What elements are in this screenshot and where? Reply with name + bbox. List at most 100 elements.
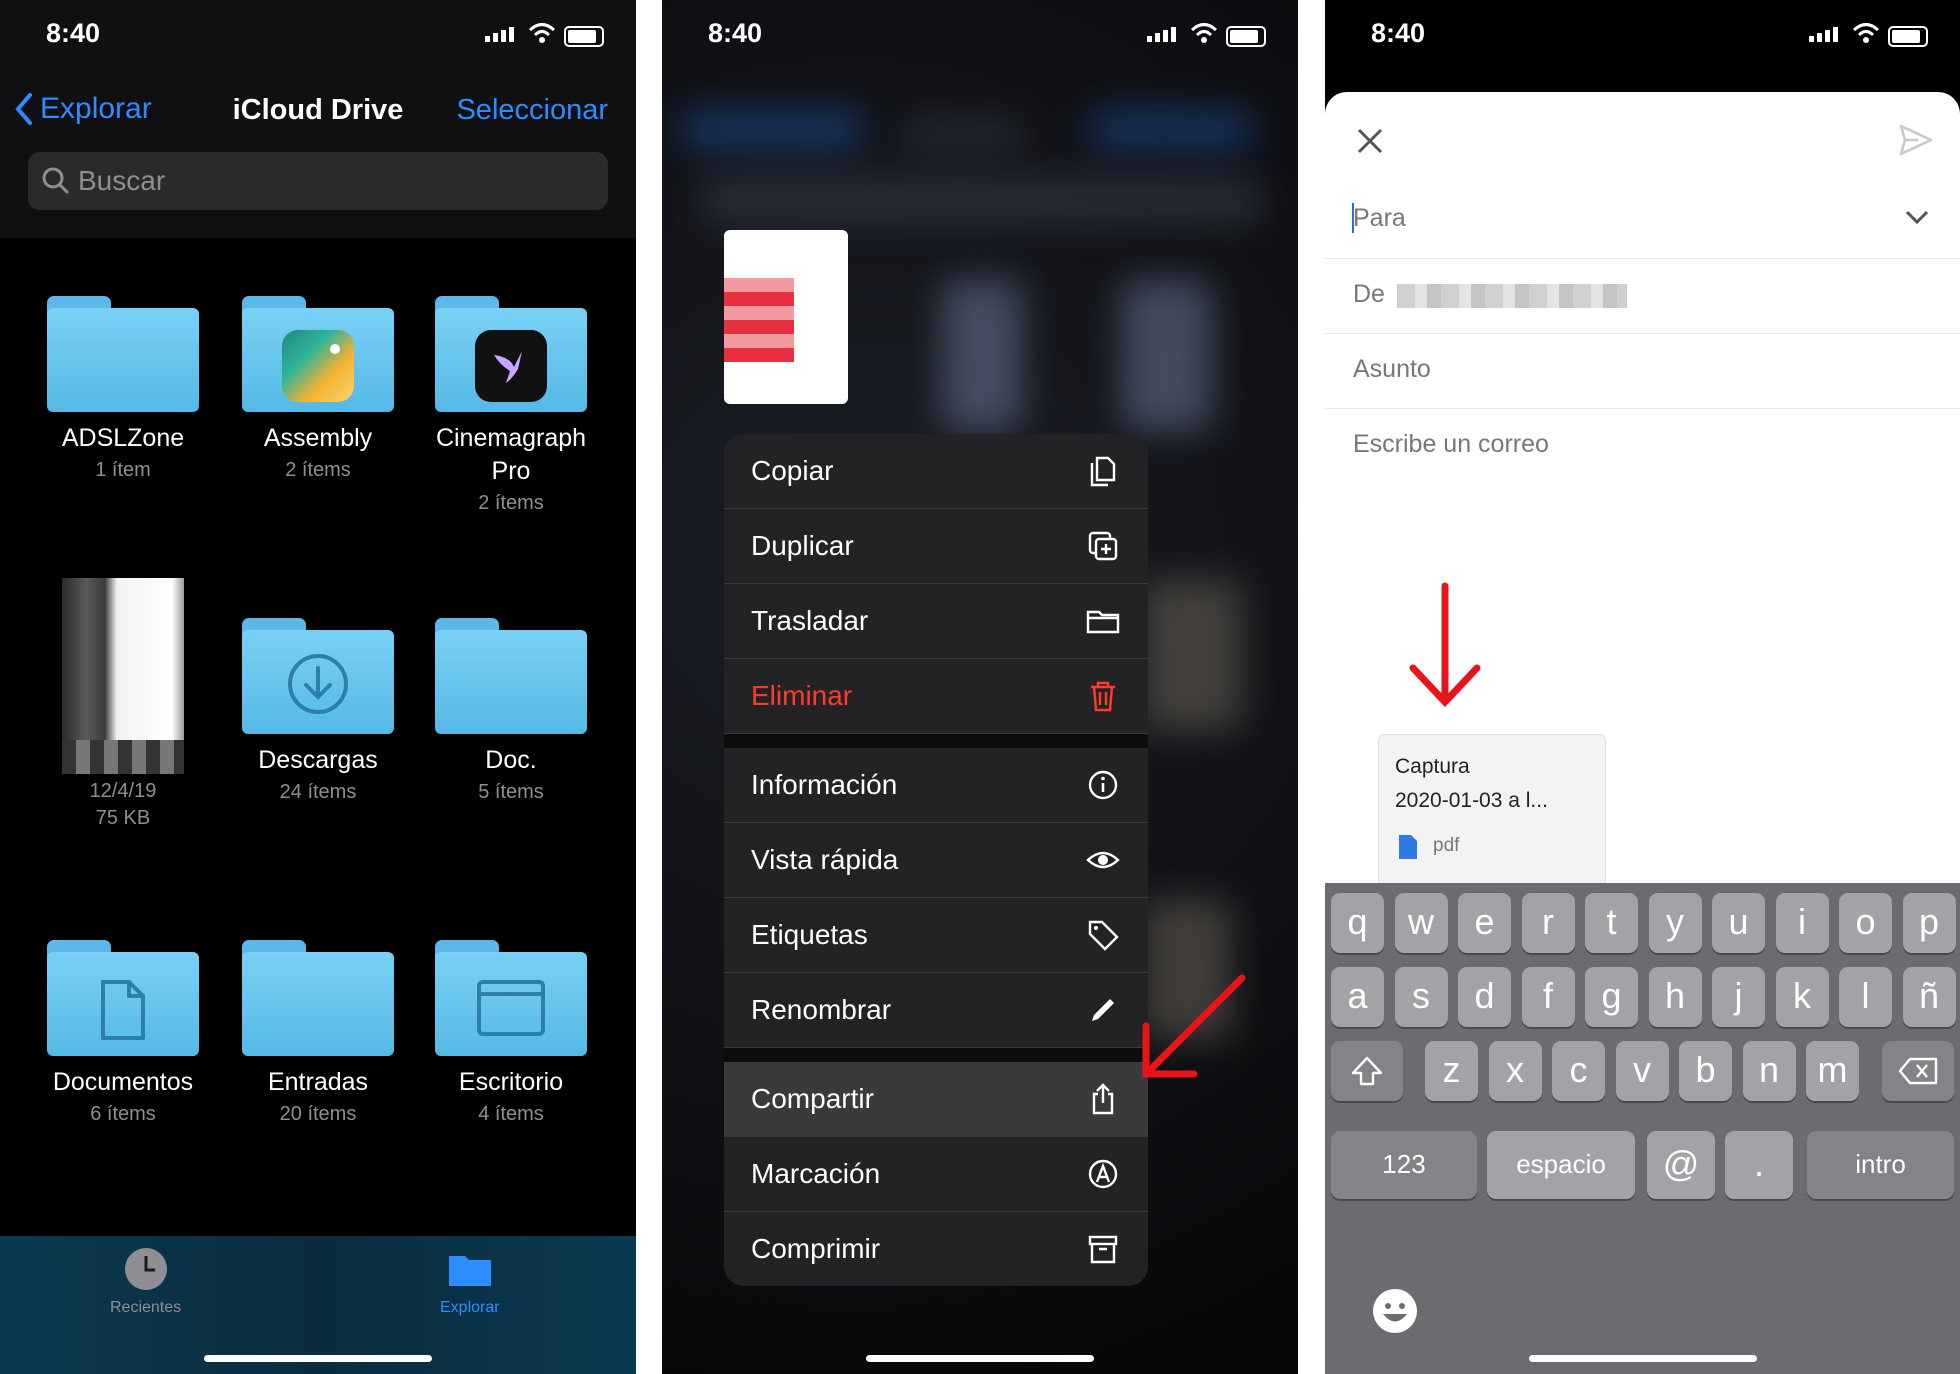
folder-item[interactable]: Documentos 6 ítems bbox=[28, 940, 218, 1129]
key-letter[interactable]: a bbox=[1331, 967, 1384, 1027]
to-field[interactable]: Para bbox=[1325, 150, 1960, 259]
assembly-app-icon bbox=[282, 330, 354, 402]
key-letter[interactable]: f bbox=[1521, 967, 1575, 1027]
key-letter[interactable]: o bbox=[1839, 893, 1892, 953]
key-letter[interactable]: v bbox=[1615, 1041, 1669, 1101]
menu-item-marcacion[interactable]: Marcación bbox=[724, 1137, 1148, 1212]
key-letter[interactable]: y bbox=[1648, 893, 1702, 953]
menu-item-label: Renombrar bbox=[751, 994, 892, 1025]
item-name: Cinemagraph Pro bbox=[435, 424, 587, 485]
body-placeholder: Escribe un correo bbox=[1353, 430, 1549, 458]
subject-field[interactable]: Asunto bbox=[1325, 333, 1960, 409]
key-letter[interactable]: s bbox=[1394, 967, 1448, 1027]
compose-email-screen: 8:40 Para De Asunto Escribe un correo Ca… bbox=[1325, 0, 1960, 1374]
numbers-key[interactable]: 123 bbox=[1331, 1131, 1477, 1199]
key-letter[interactable]: e bbox=[1458, 893, 1511, 953]
key-letter[interactable]: p bbox=[1902, 893, 1956, 953]
tag-icon bbox=[1088, 920, 1119, 951]
menu-item-etiquetas[interactable]: Etiquetas bbox=[724, 898, 1148, 973]
folder-item[interactable]: ADSLZone 1 ítem bbox=[28, 296, 218, 485]
file-preview bbox=[724, 230, 848, 404]
info-icon bbox=[1088, 770, 1118, 800]
menu-item-duplicar[interactable]: Duplicar bbox=[724, 509, 1148, 584]
emoji-icon[interactable] bbox=[1371, 1287, 1419, 1335]
at-key[interactable]: @ bbox=[1647, 1131, 1715, 1199]
menu-item-informacion[interactable]: Información bbox=[724, 748, 1148, 823]
menu-item-label: Marcación bbox=[751, 1158, 881, 1189]
key-letter[interactable]: k bbox=[1775, 967, 1829, 1027]
key-letter[interactable]: l bbox=[1839, 967, 1892, 1027]
menu-item-renombrar[interactable]: Renombrar bbox=[724, 973, 1148, 1048]
menu-item-vista-rapida[interactable]: Vista rápida bbox=[724, 823, 1148, 898]
markup-icon bbox=[1088, 1159, 1118, 1189]
shift-key[interactable] bbox=[1331, 1041, 1403, 1101]
item-count: 2 ítems bbox=[478, 492, 544, 514]
chevron-down-icon[interactable] bbox=[1904, 208, 1930, 226]
pencil-icon bbox=[1092, 999, 1114, 1021]
duplicate-icon bbox=[1088, 531, 1118, 561]
key-letter[interactable]: r bbox=[1521, 893, 1575, 953]
document-icon bbox=[101, 980, 145, 1040]
attachment-name-line1: Captura bbox=[1395, 755, 1470, 778]
key-letter[interactable]: x bbox=[1488, 1041, 1542, 1101]
key-letter[interactable]: h bbox=[1648, 967, 1702, 1027]
window-icon bbox=[477, 980, 545, 1036]
select-button[interactable]: Seleccionar bbox=[456, 94, 608, 127]
space-key[interactable]: espacio bbox=[1487, 1131, 1635, 1199]
menu-item-label: Trasladar bbox=[751, 605, 869, 636]
tab-explorar[interactable]: Explorar bbox=[440, 1246, 500, 1317]
item-count: 5 ítems bbox=[478, 781, 544, 803]
folder-item[interactable]: Cinemagraph Pro 2 ítems bbox=[416, 296, 606, 518]
key-letter[interactable]: ñ bbox=[1902, 967, 1956, 1027]
backspace-key[interactable] bbox=[1882, 1041, 1954, 1101]
tab-label: Explorar bbox=[440, 1299, 500, 1316]
menu-item-trasladar[interactable]: Trasladar bbox=[724, 584, 1148, 659]
attachment-type: pdf bbox=[1433, 835, 1460, 856]
menu-item-label: Comprimir bbox=[751, 1233, 881, 1264]
folder-item[interactable]: Descargas 24 ítems bbox=[223, 618, 413, 807]
key-letter[interactable]: w bbox=[1394, 893, 1448, 953]
item-count: 4 ítems bbox=[478, 1103, 544, 1125]
menu-item-copiar[interactable]: Copiar bbox=[724, 434, 1148, 509]
search-placeholder: Buscar bbox=[78, 165, 166, 196]
key-letter[interactable]: t bbox=[1585, 893, 1638, 953]
menu-item-label: Compartir bbox=[751, 1083, 874, 1114]
file-item[interactable]: 12/4/19 75 KB bbox=[28, 578, 218, 830]
menu-item-label: Copiar bbox=[751, 455, 834, 486]
key-letter[interactable]: z bbox=[1425, 1041, 1478, 1101]
menu-item-compartir[interactable]: Compartir bbox=[724, 1062, 1148, 1137]
cinemagraph-app-icon bbox=[475, 330, 547, 402]
archive-icon bbox=[1088, 1235, 1118, 1264]
folder-icon bbox=[47, 940, 199, 1056]
folder-icon bbox=[448, 1256, 491, 1286]
status-bar: 8:40 bbox=[1325, 0, 1960, 70]
key-letter[interactable]: j bbox=[1712, 967, 1765, 1027]
key-letter[interactable]: b bbox=[1679, 1041, 1732, 1101]
key-letter[interactable]: i bbox=[1775, 893, 1829, 953]
file-thumbnail bbox=[62, 578, 184, 774]
search-field[interactable]: Buscar bbox=[28, 152, 608, 210]
blurred-element bbox=[702, 175, 1262, 225]
key-letter[interactable]: d bbox=[1458, 967, 1511, 1027]
key-letter[interactable]: m bbox=[1806, 1041, 1859, 1101]
blurred-element bbox=[1142, 580, 1242, 730]
context-menu: Copiar Duplicar Trasladar Eliminar Infor… bbox=[724, 434, 1148, 1286]
return-key[interactable]: intro bbox=[1807, 1131, 1954, 1199]
key-letter[interactable]: u bbox=[1712, 893, 1765, 953]
folder-item[interactable]: Doc. 5 ítems bbox=[416, 618, 606, 807]
folder-item[interactable]: Assembly 2 ítems bbox=[223, 296, 413, 485]
key-letter[interactable]: n bbox=[1742, 1041, 1796, 1101]
from-field[interactable]: De bbox=[1325, 258, 1960, 334]
folder-item[interactable]: Entradas 20 ítems bbox=[223, 940, 413, 1129]
attachment-chip[interactable]: Captura 2020-01-03 a l... pdf bbox=[1378, 734, 1606, 886]
folder-item[interactable]: Escritorio 4 ítems bbox=[416, 940, 606, 1129]
key-letter[interactable]: g bbox=[1585, 967, 1638, 1027]
menu-item-eliminar[interactable]: Eliminar bbox=[724, 659, 1148, 734]
menu-item-comprimir[interactable]: Comprimir bbox=[724, 1212, 1148, 1286]
item-name: Doc. bbox=[485, 746, 537, 774]
key-letter[interactable]: c bbox=[1552, 1041, 1605, 1101]
tab-recientes[interactable]: Recientes bbox=[110, 1246, 181, 1317]
menu-item-label: Duplicar bbox=[751, 530, 854, 561]
dot-key[interactable]: . bbox=[1725, 1131, 1793, 1199]
key-letter[interactable]: q bbox=[1331, 893, 1384, 953]
